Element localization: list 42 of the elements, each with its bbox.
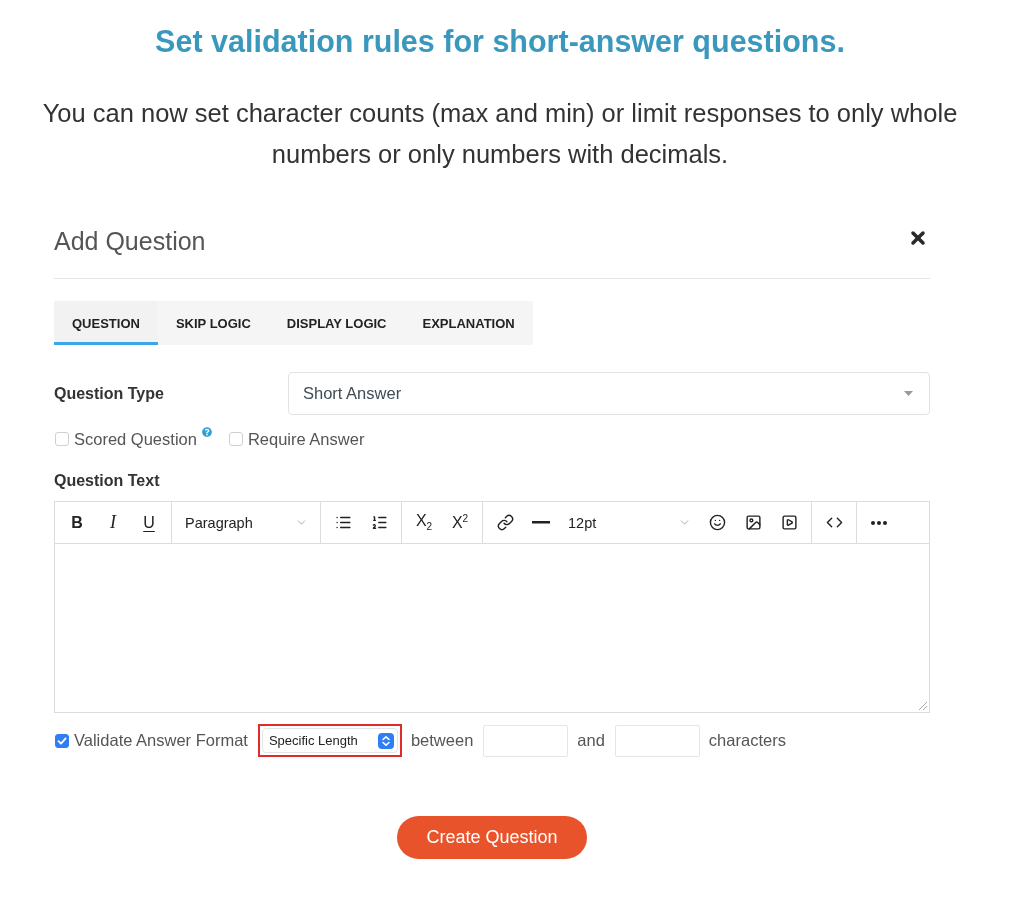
inline-label: and <box>577 731 605 750</box>
dialog-title: Add Question <box>54 226 206 256</box>
numbered-list-icon <box>370 514 388 531</box>
checkbox[interactable] <box>55 733 69 748</box>
field-label: Question Type <box>54 384 165 403</box>
caret-icon <box>904 391 913 396</box>
toolbar-dropdown[interactable]: 12pt <box>559 502 699 543</box>
format-select[interactable]: Specific Length <box>261 728 398 753</box>
subscript-button[interactable]: X$_{2}$ <box>406 502 442 543</box>
question-type-select[interactable]: Short Answer <box>288 372 930 415</box>
horizontal-line-icon <box>532 521 550 524</box>
link-icon <box>496 514 514 531</box>
tab[interactable]: SKIP LOGIC <box>157 301 269 345</box>
inline-label: characters <box>708 731 786 750</box>
number-input[interactable] <box>483 724 569 757</box>
close-button[interactable] <box>908 228 928 248</box>
underline-button[interactable]: U <box>131 502 167 543</box>
bold-button[interactable]: B <box>59 502 95 543</box>
italic-button[interactable]: I <box>95 502 131 543</box>
checkbox-label: Scored Question <box>74 429 197 449</box>
toolbar-dropdown[interactable]: Paragraph <box>176 502 316 543</box>
intro-paragraph: You can now set character counts (max and min) or limit responses to only whole numbers or only numbers with decimals. <box>41 98 959 170</box>
page-heading: Set validation rules for short-answer questions. <box>154 23 846 61</box>
stepper-icon <box>377 732 394 749</box>
image-icon <box>744 514 762 531</box>
tab[interactable]: DISPLAY LOGIC <box>268 301 405 345</box>
resize-grip-icon[interactable] <box>919 702 927 710</box>
field-label: Question Text <box>54 472 161 490</box>
superscript-button[interactable]: X$^{2}$ <box>442 502 478 543</box>
tab[interactable]: EXPLANATION <box>404 301 533 345</box>
play-icon <box>780 514 798 531</box>
number-input[interactable] <box>614 724 700 757</box>
check-icon <box>57 735 67 746</box>
smiley-icon <box>708 514 726 531</box>
create-question-button[interactable]: Create Question <box>397 816 587 859</box>
inline-label: between <box>410 731 474 750</box>
help-icon[interactable] <box>201 426 212 437</box>
checkbox-label: Validate Answer Format <box>74 731 248 750</box>
ellipsis-icon <box>871 520 887 525</box>
bullet-list-icon <box>334 514 352 531</box>
close-icon <box>908 228 928 248</box>
checkbox-label: Require Answer <box>247 429 365 449</box>
